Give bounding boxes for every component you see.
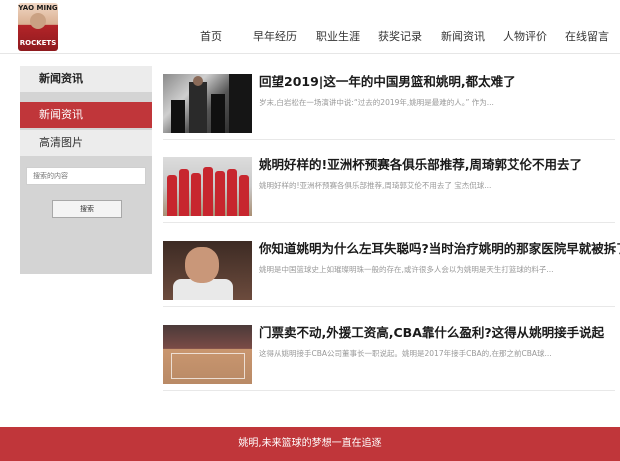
nav-item-career[interactable]: 职业生涯 (316, 28, 360, 46)
site-logo[interactable]: YAO MING ROCKETS (18, 3, 58, 51)
news-summary: 姚明好样的!亚洲杯预赛各俱乐部推荐,周琦郭艾伦不用去了 宝杰侃球... (259, 181, 492, 190)
nav-item-awards[interactable]: 获奖记录 (378, 28, 422, 46)
news-summary: 姚明是中国篮球史上如璀璨明珠一般的存在,或许很多人会以为姚明是天生打篮球的料子.… (259, 265, 554, 274)
news-summary: 这得从姚明接手CBA公司董事长一职说起。姚明是2017年接手CBA的,在那之前C… (259, 349, 552, 358)
site-footer: 姚明,未来篮球的梦想一直在追逐 (0, 427, 620, 461)
news-title[interactable]: 你知道姚明为什么左耳失聪吗?当时治疗姚明的那家医院早就被拆了 (259, 241, 620, 257)
news-title[interactable]: 门票卖不动,外援工资高,CBA靠什么盈利?这得从姚明接手说起 (259, 325, 604, 341)
sidebar-title: 新闻资讯 (20, 66, 152, 92)
search-input[interactable] (26, 167, 146, 185)
site-header: YAO MING ROCKETS 首页 早年经历 职业生涯 获奖记录 新闻资讯 … (0, 0, 620, 54)
logo-portrait (30, 13, 46, 29)
news-item[interactable]: 回望2019|这一年的中国男篮和姚明,都太难了 岁末,白岩松在一场演讲中说:“过… (163, 74, 615, 140)
sidebar: 新闻资讯 新闻资讯 高清图片 搜索 (20, 66, 152, 274)
news-title[interactable]: 回望2019|这一年的中国男篮和姚明,都太难了 (259, 74, 516, 90)
search-button[interactable]: 搜索 (52, 200, 122, 218)
news-thumbnail[interactable] (163, 157, 252, 216)
sidebar-item-news[interactable]: 新闻资讯 (20, 102, 152, 128)
news-item[interactable]: 姚明好样的!亚洲杯预赛各俱乐部推荐,周琦郭艾伦不用去了 姚明好样的!亚洲杯预赛各… (163, 157, 615, 223)
nav-item-early-life[interactable]: 早年经历 (253, 28, 297, 46)
sidebar-item-photos[interactable]: 高清图片 (20, 130, 152, 156)
news-item[interactable]: 门票卖不动,外援工资高,CBA靠什么盈利?这得从姚明接手说起 这得从姚明接手CB… (163, 325, 615, 391)
news-thumbnail[interactable] (163, 74, 252, 133)
nav-item-reviews[interactable]: 人物评价 (503, 28, 547, 46)
news-thumbnail[interactable] (163, 325, 252, 384)
nav-item-home[interactable]: 首页 (200, 28, 222, 46)
nav-item-news[interactable]: 新闻资讯 (441, 28, 485, 46)
news-summary: 岁末,白岩松在一场演讲中说:“过去的2019年,姚明是最难的人。” 作为... (259, 98, 494, 107)
logo-text-bottom: ROCKETS (19, 39, 57, 47)
logo-text-top: YAO MING (18, 4, 58, 12)
news-thumbnail[interactable] (163, 241, 252, 300)
news-title[interactable]: 姚明好样的!亚洲杯预赛各俱乐部推荐,周琦郭艾伦不用去了 (259, 157, 582, 173)
news-item[interactable]: 你知道姚明为什么左耳失聪吗?当时治疗姚明的那家医院早就被拆了 姚明是中国篮球史上… (163, 241, 620, 307)
nav-item-guestbook[interactable]: 在线留言 (565, 28, 609, 46)
